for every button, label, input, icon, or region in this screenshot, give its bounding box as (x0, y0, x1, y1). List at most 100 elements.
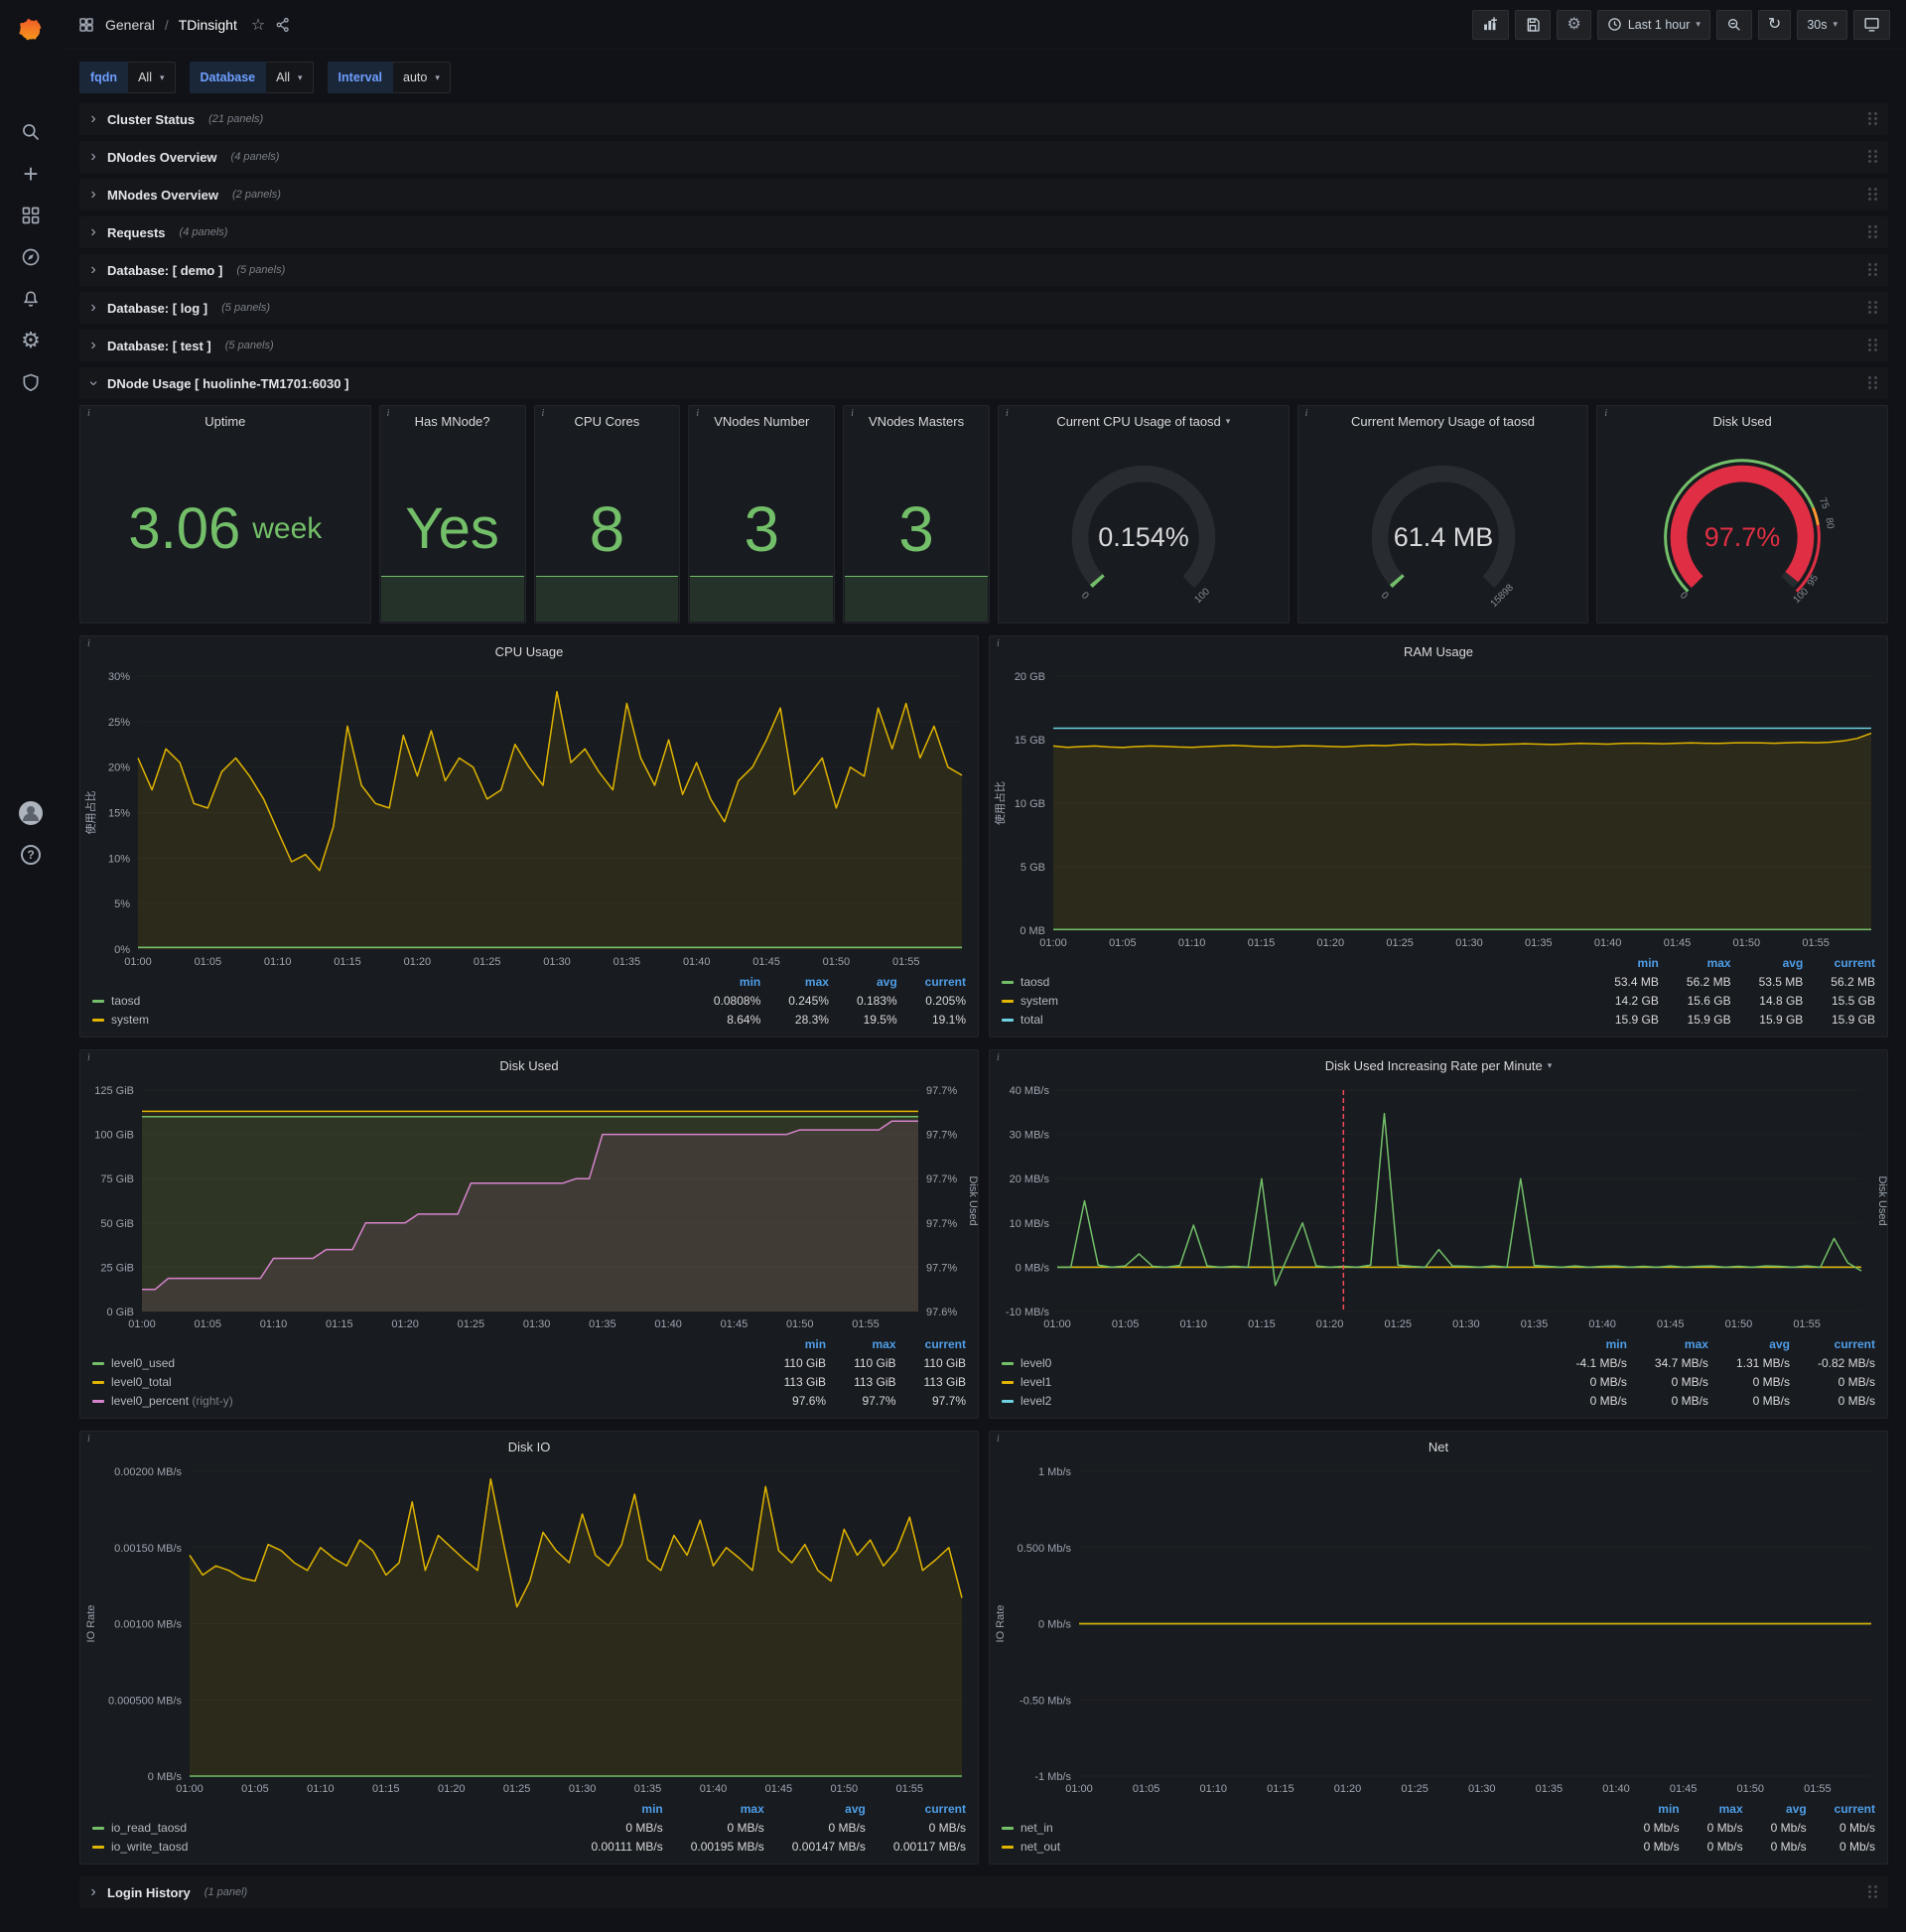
legend-column-header[interactable]: max (760, 973, 829, 992)
legend-column-header[interactable]: min (686, 973, 760, 992)
row-drag-handle[interactable] (1866, 1884, 1880, 1900)
panel-title[interactable]: Uptime (80, 406, 370, 436)
disk-rate-chart[interactable]: -10 MB/s 0 MB/s 10 MB/s 20 MB/s 30 MB/s 40 MB… (990, 1080, 1887, 1333)
dashboard-row-database-test[interactable]: › Database: [ test ] (5 panels) (79, 330, 1888, 361)
panel-title[interactable]: Net (990, 1432, 1887, 1461)
save-dashboard-button[interactable] (1515, 9, 1552, 40)
panel-info-icon[interactable]: i (851, 408, 854, 419)
legend-column-header[interactable]: current (896, 1335, 966, 1354)
legend-column-header[interactable]: current (897, 973, 966, 992)
user-avatar[interactable] (9, 792, 53, 834)
legend-column-header[interactable]: max (663, 1800, 764, 1819)
dashboard-row-dnode-usage[interactable]: › DNode Usage [ huolinhe-TM1701:6030 ] (79, 367, 1888, 399)
panel-title[interactable]: Disk IO (80, 1432, 978, 1461)
dashboard-row-mnodes-overview[interactable]: › MNodes Overview (2 panels) (79, 179, 1888, 210)
legend-row[interactable]: total 15.9 GB 15.9 GB 15.9 GB 15.9 GB (1002, 1011, 1875, 1030)
panel-info-icon[interactable]: i (1305, 408, 1308, 419)
row-drag-handle[interactable] (1866, 224, 1880, 240)
legend-column-header[interactable]: min (1586, 954, 1659, 973)
add-panel-button[interactable] (1472, 9, 1510, 40)
panel-title[interactable]: VNodes Masters (844, 406, 989, 436)
dashboard-row-cluster-status[interactable]: › Cluster Status (21 panels) (79, 103, 1888, 135)
panel-info-icon[interactable]: i (387, 408, 390, 419)
panel-info-icon[interactable]: i (1006, 408, 1009, 419)
ram-usage-chart[interactable]: 0 MB 5 GB 10 GB 15 GB 20 GB 01:00 01:05 01:10 01… (990, 666, 1887, 952)
legend-column-header[interactable]: max (1627, 1335, 1708, 1354)
legend-column-header[interactable]: current (1807, 1800, 1875, 1819)
configuration-gear-icon[interactable]: ⚙ (9, 320, 53, 361)
refresh-interval-button[interactable]: 30s ▾ (1797, 9, 1847, 40)
row-drag-handle[interactable] (1866, 187, 1880, 203)
cycle-view-button[interactable] (1853, 9, 1890, 40)
legend-row[interactable]: taosd 53.4 MB 56.2 MB 53.5 MB 56.2 MB (1002, 973, 1875, 992)
alerting-bell-icon[interactable] (9, 278, 53, 320)
dashboards-icon[interactable] (9, 195, 53, 236)
legend-column-header[interactable]: min (1549, 1335, 1627, 1354)
legend-column-header[interactable]: current (1803, 954, 1875, 973)
row-drag-handle[interactable] (1866, 262, 1880, 278)
search-icon[interactable] (9, 111, 53, 153)
panel-info-icon[interactable]: i (87, 408, 90, 419)
panel-title[interactable]: Current CPU Usage of taosd ▾ (999, 406, 1289, 436)
legend-column-header[interactable]: max (1659, 954, 1731, 973)
row-drag-handle[interactable] (1866, 111, 1880, 127)
variable-database-value[interactable]: All ▾ (266, 62, 314, 93)
legend-row[interactable]: system 14.2 GB 15.6 GB 14.8 GB 15.5 GB (1002, 992, 1875, 1011)
panel-title[interactable]: VNodes Number (689, 406, 834, 436)
legend-row[interactable]: level1 0 MB/s 0 MB/s 0 MB/s 0 MB/s (1002, 1373, 1875, 1392)
time-range-button[interactable]: Last 1 hour ▾ (1596, 9, 1710, 40)
star-icon[interactable]: ☆ (251, 15, 265, 35)
panel-info-icon[interactable]: i (997, 638, 1000, 649)
disk-used-chart[interactable]: 0 GiB 97.6% 25 GiB 97.7% 50 GiB 97.7% 75 GiB 97… (80, 1080, 978, 1333)
legend-column-header[interactable]: current (866, 1800, 966, 1819)
legend-row[interactable]: level2 0 MB/s 0 MB/s 0 MB/s 0 MB/s (1002, 1392, 1875, 1411)
panel-info-icon[interactable]: i (87, 638, 90, 649)
legend-row[interactable]: level0 -4.1 MB/s 34.7 MB/s 1.31 MB/s -0.82 M… (1002, 1354, 1875, 1373)
net-legend[interactable]: min max avg current net_in 0 Mb/s 0 Mb/s 0 Mb/s… (990, 1798, 1887, 1863)
net-chart[interactable]: -1 Mb/s -0.50 Mb/s 0 Mb/s 0.500 Mb/s 1 Mb/s 0… (990, 1461, 1887, 1798)
panel-title[interactable]: Disk Used Increasing Rate per Minute ▾ (990, 1050, 1887, 1080)
cpu-usage-chart[interactable]: 0% 5% 10% 15% 20% 25% 30% 01:00 01:05 01:10 01:15 0… (80, 666, 978, 971)
legend-column-header[interactable]: min (1616, 1800, 1679, 1819)
explore-compass-icon[interactable] (9, 236, 53, 278)
breadcrumb-folder[interactable]: General (105, 17, 155, 33)
create-icon[interactable]: + (9, 153, 53, 195)
legend-column-header[interactable]: min (563, 1800, 662, 1819)
breadcrumb-dashboard-title[interactable]: TDinsight (179, 17, 237, 33)
dashboard-row-database-demo[interactable]: › Database: [ demo ] (5 panels) (79, 254, 1888, 286)
dashboard-row-login-history[interactable]: › Login History (1 panel) (79, 1876, 1888, 1908)
disk-used-legend[interactable]: min max current level0_used 110 GiB 110 GiB 11… (80, 1333, 978, 1418)
legend-row[interactable]: system 8.64% 28.3% 19.5% 19.1% (92, 1011, 966, 1030)
variable-interval-value[interactable]: auto ▾ (393, 62, 451, 93)
disk-io-chart[interactable]: 0 MB/s 0.000500 MB/s 0.00100 MB/s 0.00150 M… (80, 1461, 978, 1798)
variable-fqdn-label[interactable]: fqdn (79, 62, 129, 93)
legend-column-header[interactable]: max (1680, 1800, 1743, 1819)
legend-row[interactable]: taosd 0.0808% 0.245% 0.183% 0.205% (92, 992, 966, 1011)
cpu-usage-legend[interactable]: min max avg current taosd 0.0808% 0.245% 0.183%… (80, 971, 978, 1036)
panel-title[interactable]: Current Memory Usage of taosd (1298, 406, 1588, 436)
legend-column-header[interactable]: max (826, 1335, 896, 1354)
variable-database-label[interactable]: Database (189, 62, 267, 93)
panel-title[interactable]: Has MNode? (380, 406, 525, 436)
grafana-logo-icon[interactable] (9, 8, 53, 52)
panel-info-icon[interactable]: i (1604, 408, 1607, 419)
legend-row[interactable]: net_in 0 Mb/s 0 Mb/s 0 Mb/s 0 Mb/s (1002, 1819, 1875, 1838)
legend-row[interactable]: level0_used 110 GiB 110 GiB 110 GiB (92, 1354, 966, 1373)
disk-rate-legend[interactable]: min max avg current level0 -4.1 MB/s 34.7 MB/s… (990, 1333, 1887, 1418)
panel-info-icon[interactable]: i (87, 1434, 90, 1445)
refresh-button[interactable]: ↻ (1757, 9, 1792, 40)
zoom-out-button[interactable] (1715, 9, 1752, 40)
panel-title[interactable]: RAM Usage (990, 636, 1887, 666)
variable-interval-label[interactable]: Interval (327, 62, 394, 93)
row-drag-handle[interactable] (1866, 375, 1880, 391)
dashboard-settings-button[interactable]: ⚙ (1557, 9, 1591, 40)
panel-info-icon[interactable]: i (997, 1052, 1000, 1063)
panel-title[interactable]: CPU Cores (535, 406, 680, 436)
panel-info-icon[interactable]: i (542, 408, 545, 419)
dashboard-row-database-log[interactable]: › Database: [ log ] (5 panels) (79, 292, 1888, 324)
help-icon[interactable]: ? (9, 834, 53, 876)
server-admin-shield-icon[interactable] (9, 361, 53, 403)
row-drag-handle[interactable] (1866, 300, 1880, 316)
panel-info-icon[interactable]: i (696, 408, 699, 419)
legend-column-header[interactable]: avg (1731, 954, 1804, 973)
